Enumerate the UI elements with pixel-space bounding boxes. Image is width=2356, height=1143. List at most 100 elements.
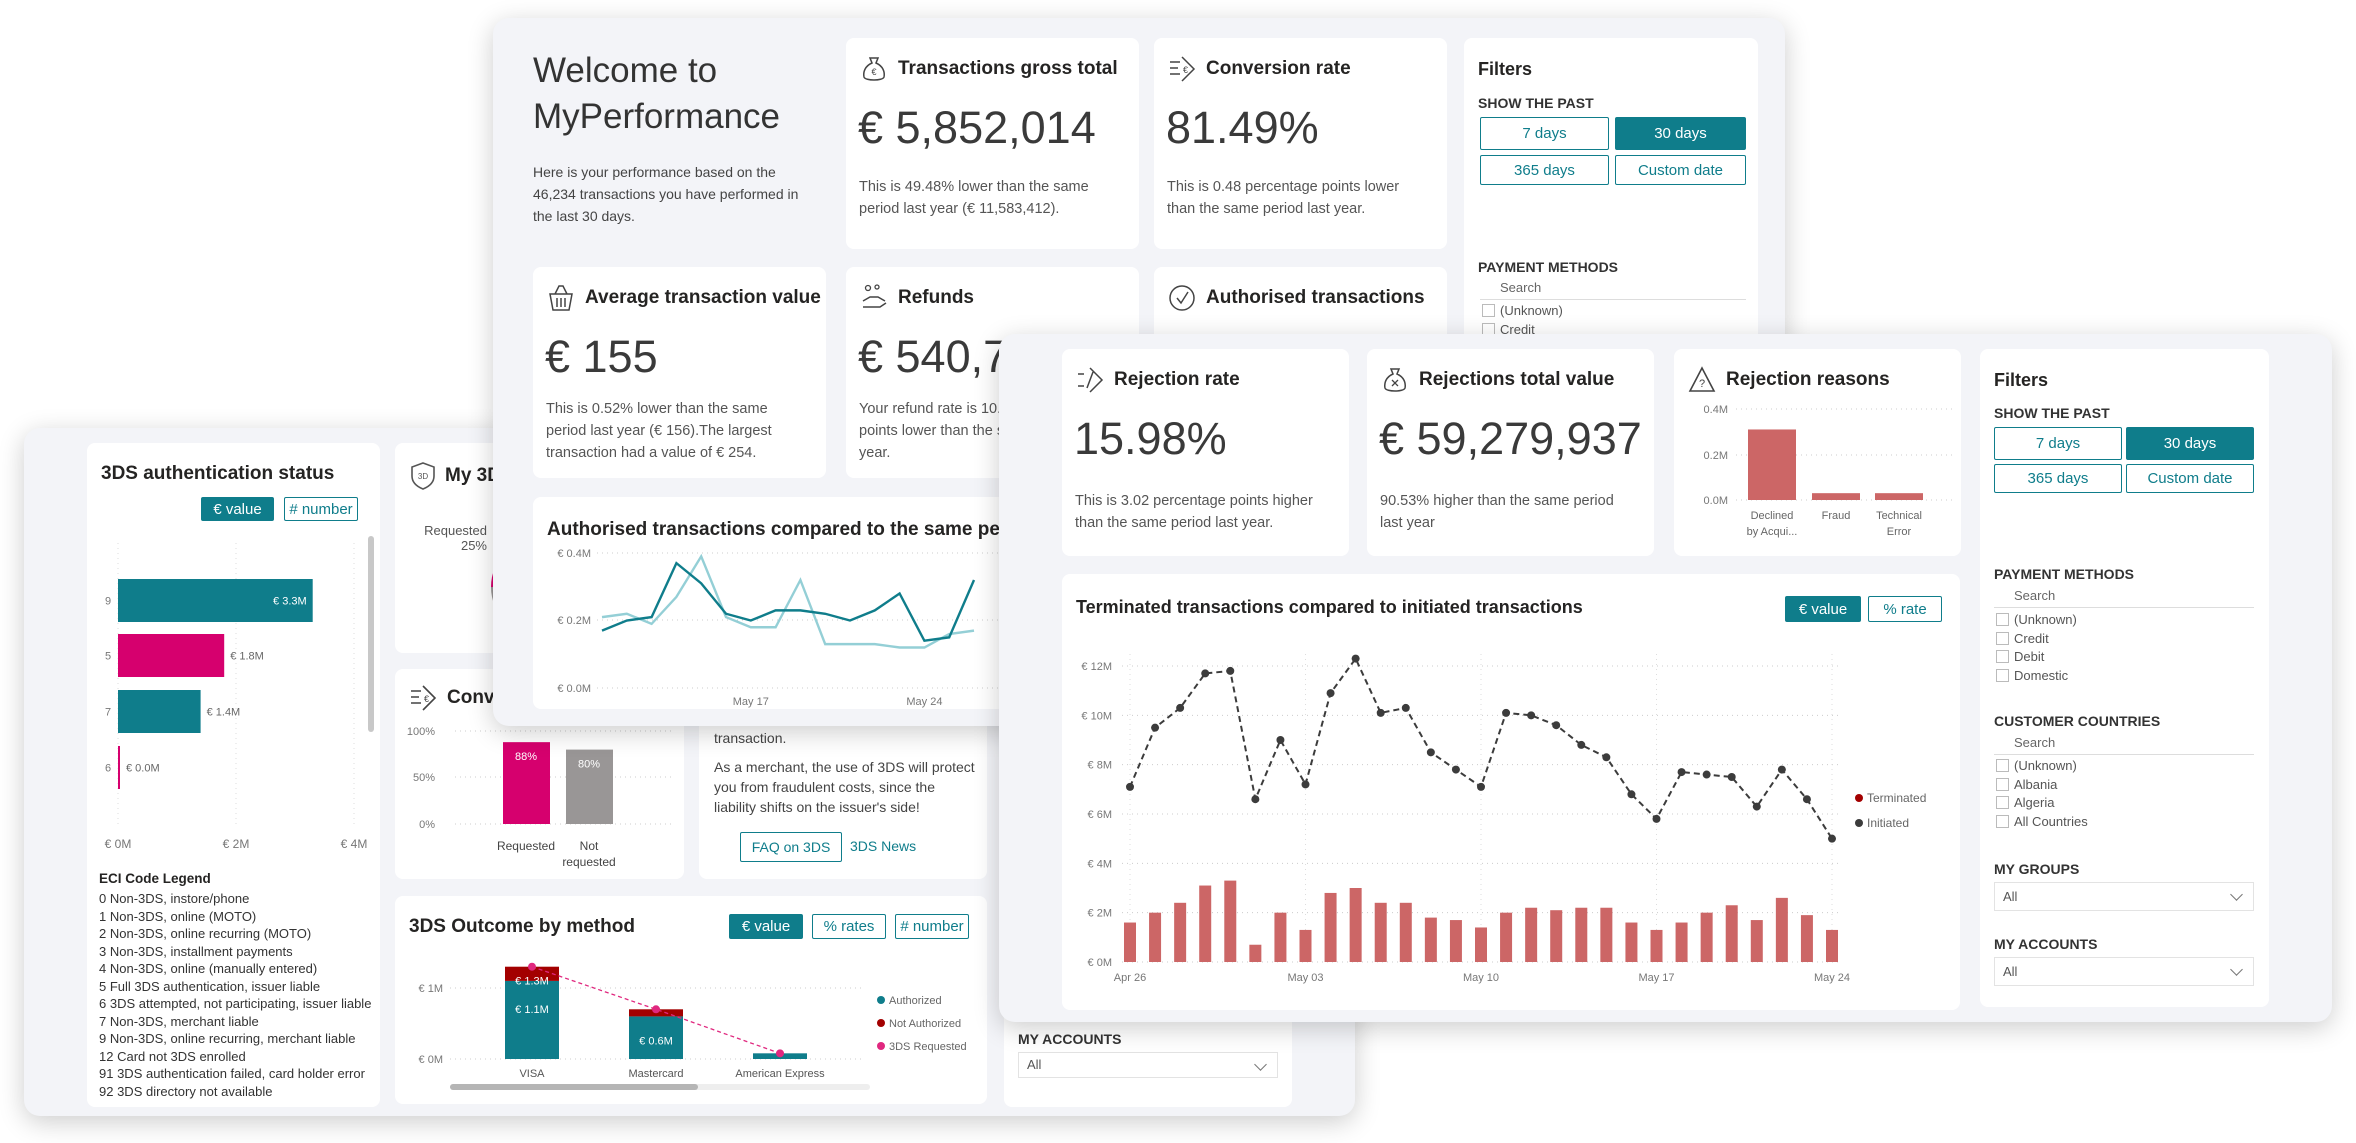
welcome-text: Here is your performance based on the 46… bbox=[533, 164, 799, 224]
data-label: 80% bbox=[578, 759, 600, 771]
svg-text:3D: 3D bbox=[418, 472, 428, 481]
payment-method-checkbox[interactable]: Domestic bbox=[1994, 668, 2068, 683]
y-tick-label: € 6M bbox=[1088, 809, 1112, 821]
point-initiated bbox=[1151, 723, 1160, 732]
period-365-days-button[interactable]: 365 days bbox=[1480, 155, 1609, 185]
bar-terminated bbox=[1199, 885, 1212, 962]
point-3ds-requested bbox=[528, 962, 536, 971]
check-circle-icon bbox=[1169, 285, 1195, 311]
3ds-news-link[interactable]: 3DS News bbox=[850, 838, 916, 854]
bar-terminated bbox=[1525, 907, 1538, 962]
my-accounts-label: MY ACCOUNTS bbox=[1994, 936, 2098, 952]
point-initiated bbox=[1326, 689, 1335, 698]
period-30-days-button[interactable]: 30 days bbox=[2126, 427, 2254, 460]
bar-terminated bbox=[1374, 902, 1387, 962]
money-bag-icon: € bbox=[863, 57, 885, 81]
data-label: 88% bbox=[515, 751, 537, 763]
payment-methods-search[interactable]: Search bbox=[1994, 588, 2254, 608]
bar-6 bbox=[118, 746, 120, 789]
x-tick-label: May 24 bbox=[1814, 972, 1850, 984]
pm-checkbox-unknown[interactable]: (Unknown) bbox=[1480, 303, 1563, 318]
bar-reason bbox=[1812, 493, 1860, 500]
kpi-value: € 5,852,014 bbox=[858, 102, 1096, 153]
legend-marker bbox=[877, 1042, 885, 1050]
data-label: € 0.0M bbox=[126, 763, 160, 775]
scrollbar-thumb[interactable] bbox=[450, 1084, 698, 1090]
my-groups-dropdown[interactable]: All bbox=[1994, 882, 2254, 911]
country-checkbox[interactable]: Albania bbox=[1994, 777, 2057, 792]
x-tick-label: May 17 bbox=[1638, 972, 1674, 984]
legend-marker bbox=[1855, 819, 1863, 827]
point-initiated bbox=[1602, 753, 1611, 762]
period-365-days-button[interactable]: 365 days bbox=[1994, 464, 2122, 493]
point-initiated bbox=[1627, 790, 1636, 799]
svg-text:€: € bbox=[871, 67, 876, 77]
y-tick-label: € 0.0M bbox=[557, 683, 591, 695]
bar-terminated bbox=[1475, 927, 1487, 962]
period-30-days-button[interactable]: 30 days bbox=[1615, 117, 1746, 150]
category-label: by Acqui... bbox=[1747, 526, 1798, 538]
y-tick-label: € 4M bbox=[1088, 858, 1112, 870]
payment-methods-search[interactable]: Search bbox=[1480, 280, 1746, 300]
period-7-days-button[interactable]: 7 days bbox=[1994, 427, 2122, 460]
point-initiated bbox=[1301, 780, 1310, 789]
bar-reason bbox=[1748, 429, 1796, 500]
welcome-title: Welcome to MyPerformance bbox=[533, 48, 780, 140]
x-tick-label: € 4M bbox=[341, 837, 368, 851]
pie-label: Requested 25% bbox=[415, 523, 487, 553]
my-groups-label: MY GROUPS bbox=[1994, 861, 2080, 877]
outcome-scrollbar[interactable] bbox=[450, 1084, 870, 1090]
my-accounts-dropdown[interactable]: All bbox=[1018, 1052, 1278, 1078]
eci-legend-item: 12 Card not 3DS enrolled bbox=[99, 1048, 246, 1064]
x-tick-label: Apr 26 bbox=[1114, 972, 1146, 984]
faq-3ds-button[interactable]: FAQ on 3DS bbox=[740, 832, 842, 862]
bar-authorized bbox=[505, 980, 559, 1059]
bar-5 bbox=[118, 634, 225, 677]
point-initiated bbox=[1477, 782, 1485, 791]
y-tick-label: € 12M bbox=[1081, 661, 1112, 673]
point-initiated bbox=[1176, 703, 1185, 712]
period-7-days-button[interactable]: 7 days bbox=[1480, 117, 1609, 150]
category-label: Fraud bbox=[1822, 510, 1851, 522]
data-label: € 3.3M bbox=[273, 596, 307, 608]
point-initiated bbox=[1226, 666, 1235, 675]
y-tick-label: 0.2M bbox=[1704, 450, 1728, 462]
bar-terminated bbox=[1174, 902, 1187, 962]
bar-terminated bbox=[1224, 880, 1237, 962]
x-tick-label: May 10 bbox=[1463, 972, 1499, 984]
data-label: € 1.3M bbox=[515, 976, 549, 988]
y-tick-label: € 10M bbox=[1081, 710, 1112, 722]
period-custom-date-button[interactable]: Custom date bbox=[1615, 155, 1746, 185]
point-initiated bbox=[1126, 782, 1134, 791]
legend-label: Initiated bbox=[1867, 816, 1909, 830]
kpi-title: Transactions gross total bbox=[898, 58, 1118, 79]
chart-scrollbar[interactable] bbox=[368, 536, 374, 732]
payment-method-checkbox[interactable]: Credit bbox=[1994, 631, 2049, 646]
bar-terminated bbox=[1750, 920, 1763, 962]
y-tick-label: € 0M bbox=[419, 1054, 443, 1066]
period-custom-date-button[interactable]: Custom date bbox=[2126, 464, 2254, 493]
category-label: 9 bbox=[105, 596, 111, 608]
payment-method-checkbox[interactable]: (Unknown) bbox=[1994, 612, 2077, 627]
x-tick-label: May 24 bbox=[906, 696, 942, 708]
kpi-title: Conversion rate bbox=[1206, 58, 1351, 79]
3ds-outcome-card: 3DS Outcome by method € value % rates # … bbox=[395, 896, 987, 1104]
country-checkbox[interactable]: (Unknown) bbox=[1994, 758, 2077, 773]
customer-countries-search[interactable]: Search bbox=[1994, 735, 2254, 755]
y-tick-label: € 0.4M bbox=[557, 548, 591, 560]
category-label: Technical bbox=[1876, 510, 1922, 522]
kpi-title: Authorised transactions bbox=[1206, 287, 1425, 308]
kpi-card: Rejections total value € 59,279,937 90.5… bbox=[1367, 349, 1654, 556]
country-checkbox[interactable]: All Countries bbox=[1994, 814, 2088, 829]
x-tick-label: € 2M bbox=[223, 837, 250, 851]
my-accounts-dropdown[interactable]: All bbox=[1994, 957, 2254, 986]
info-text-top: transaction. bbox=[714, 730, 787, 746]
payment-method-checkbox[interactable]: Debit bbox=[1994, 649, 2044, 664]
bar-terminated bbox=[1550, 910, 1563, 962]
eci-legend-item: 2 Non-3DS, online recurring (MOTO) bbox=[99, 926, 312, 941]
bar-terminated bbox=[1349, 888, 1362, 962]
rejection-arrow-icon bbox=[1078, 367, 1104, 393]
kpi-value: € 155 bbox=[545, 331, 658, 382]
country-checkbox[interactable]: Algeria bbox=[1994, 795, 2054, 810]
line-initiated bbox=[1129, 656, 1833, 840]
